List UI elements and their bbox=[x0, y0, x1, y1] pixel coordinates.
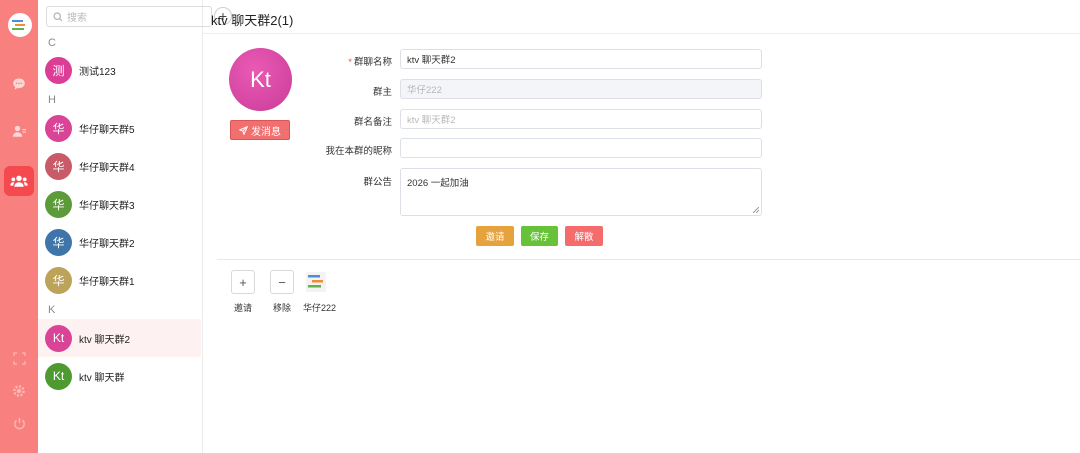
plus-icon: + bbox=[231, 270, 255, 294]
resize-handle-icon[interactable] bbox=[753, 207, 759, 213]
notice-textarea[interactable]: 2026 一起加油 bbox=[400, 168, 762, 216]
minus-icon: − bbox=[270, 270, 294, 294]
avatar: Kt bbox=[45, 324, 72, 352]
owner-field: 华仔222 bbox=[400, 79, 762, 99]
contact-name: 华仔聊天群2 bbox=[79, 238, 135, 250]
list-item[interactable]: 华 华仔聊天群1 bbox=[38, 261, 202, 299]
section-header-c: C bbox=[48, 37, 56, 49]
remark-input[interactable]: ktv 聊天群2 bbox=[400, 109, 762, 129]
save-button[interactable]: 保存 bbox=[521, 226, 558, 246]
invite-button[interactable]: 邀请 bbox=[476, 226, 514, 246]
group-name-label: * 群聊名称 bbox=[348, 57, 392, 68]
chat-icon[interactable] bbox=[4, 69, 34, 99]
invite-member-button[interactable]: + 邀请 bbox=[230, 270, 256, 314]
remove-member-button[interactable]: − 移除 bbox=[269, 270, 295, 314]
settings-icon[interactable] bbox=[4, 376, 34, 406]
list-item[interactable]: 华 华仔聊天群5 bbox=[38, 109, 202, 147]
avatar: 华 bbox=[45, 114, 72, 142]
list-item-selected[interactable]: Kt ktv 聊天群2 bbox=[38, 319, 201, 357]
groups-icon[interactable] bbox=[4, 166, 34, 196]
section-header-k: K bbox=[48, 304, 56, 316]
list-item[interactable]: Kt ktv 聊天群 bbox=[38, 357, 202, 395]
list-item[interactable]: 华 华仔聊天群4 bbox=[38, 147, 202, 185]
section-header-h: H bbox=[48, 94, 56, 106]
avatar: 华 bbox=[45, 152, 72, 180]
avatar: 华 bbox=[45, 190, 72, 218]
page-title: ktv 聊天群2(1) bbox=[211, 13, 294, 28]
fullscreen-icon[interactable] bbox=[4, 343, 34, 373]
contact-name: ktv 聊天群2 bbox=[79, 334, 131, 346]
notice-label: 群公告 bbox=[363, 177, 392, 188]
owner-label: 群主 bbox=[372, 87, 392, 98]
power-icon[interactable] bbox=[4, 408, 34, 438]
contact-name: 华仔聊天群1 bbox=[79, 276, 135, 288]
contact-name: 华仔聊天群4 bbox=[79, 162, 135, 174]
contact-name: ktv 聊天群 bbox=[79, 372, 125, 384]
contact-name: 华仔聊天群5 bbox=[79, 124, 135, 136]
app-window: 搜索 + C 测 测试123 H 华 华仔聊天群5 华 华仔聊天群4 华 华仔聊… bbox=[0, 0, 1080, 453]
member-avatar bbox=[304, 270, 328, 294]
group-name-input[interactable]: ktv 聊天群2 bbox=[400, 49, 762, 69]
dismiss-button[interactable]: 解散 bbox=[565, 226, 603, 246]
nickname-input[interactable] bbox=[400, 138, 762, 158]
list-item[interactable]: 测 测试123 bbox=[38, 51, 202, 89]
nickname-label: 我在本群的昵称 bbox=[325, 146, 392, 157]
avatar: 测 bbox=[45, 56, 72, 84]
list-item[interactable]: 华 华仔聊天群3 bbox=[38, 185, 202, 223]
avatar: 华 bbox=[45, 228, 72, 256]
avatar: Kt bbox=[45, 362, 72, 390]
contact-list-panel: 搜索 + C 测 测试123 H 华 华仔聊天群5 华 华仔聊天群4 华 华仔聊… bbox=[38, 0, 232, 453]
contacts-icon[interactable] bbox=[4, 116, 34, 146]
search-input[interactable]: 搜索 bbox=[46, 6, 212, 27]
divider bbox=[217, 259, 1080, 260]
avatar: 华 bbox=[45, 266, 72, 294]
member-item[interactable]: 华仔222 bbox=[303, 270, 337, 314]
divider bbox=[203, 33, 1080, 34]
member-name: 华仔222 bbox=[303, 303, 337, 313]
group-detail-panel: ktv 聊天群2(1) Kt 发消息 * 群聊名称 ktv 聊天群2 群主 华仔2… bbox=[203, 0, 1080, 453]
remark-label: 群名备注 bbox=[353, 117, 392, 128]
contact-name: 测试123 bbox=[79, 66, 116, 78]
list-item[interactable]: 华 华仔聊天群2 bbox=[38, 223, 202, 261]
invite-member-label: 邀请 bbox=[233, 303, 252, 313]
contact-name: 华仔聊天群3 bbox=[79, 200, 135, 212]
nav-rail bbox=[0, 0, 38, 453]
search-icon bbox=[53, 11, 63, 21]
notice-text: 2026 一起加油 bbox=[407, 178, 469, 189]
remove-member-label: 移除 bbox=[272, 303, 291, 313]
member-avatar-icon bbox=[306, 272, 326, 292]
search-placeholder: 搜索 bbox=[67, 13, 87, 24]
app-logo-icon[interactable] bbox=[8, 13, 32, 37]
